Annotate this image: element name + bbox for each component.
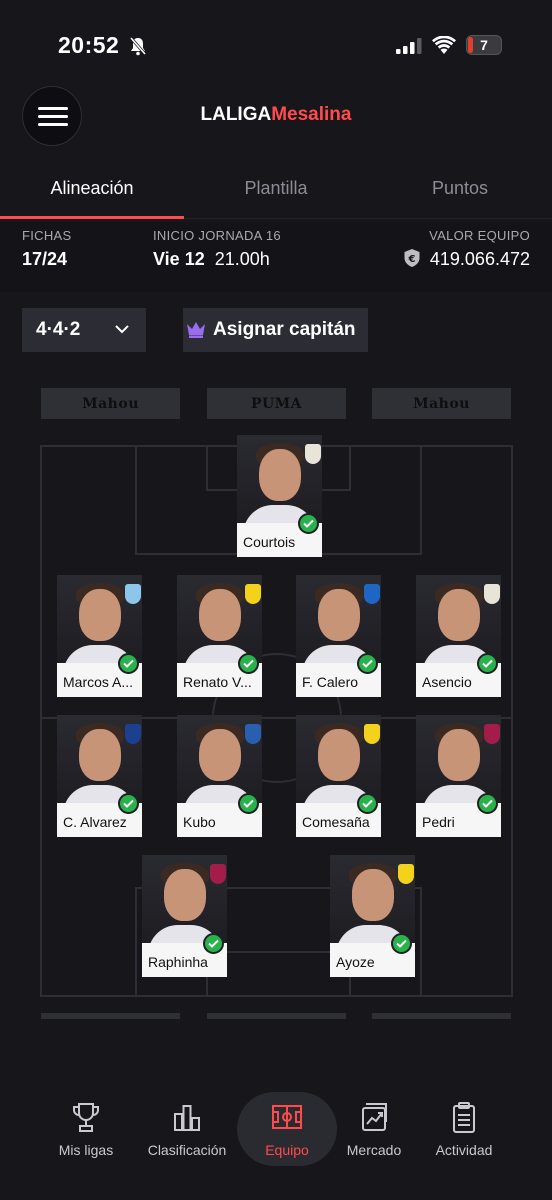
- club-crest-icon: [304, 437, 322, 471]
- club-crest-icon: [124, 577, 142, 611]
- formation-dropdown[interactable]: 4·4·2: [22, 308, 146, 352]
- crown-icon: [187, 322, 205, 338]
- status-time: 20:52: [58, 32, 120, 58]
- player-card[interactable]: F. Calero: [296, 575, 381, 697]
- valor-value: 419.066.472: [429, 249, 530, 269]
- player-card[interactable]: Pedri: [416, 715, 501, 837]
- check-icon: [298, 513, 319, 534]
- assign-captain-label: Asignar capitán: [213, 319, 356, 340]
- player-card[interactable]: Ayoze: [330, 855, 415, 977]
- check-icon: [118, 653, 139, 674]
- fichas-value: 17/24: [22, 249, 68, 269]
- bell-muted-icon: [129, 37, 147, 56]
- wifi-icon: [432, 36, 456, 54]
- nav-clasificacion[interactable]: Clasificación: [137, 1100, 237, 1158]
- status-bar: 20:52 7: [0, 0, 552, 90]
- clipboard-icon: [453, 1102, 475, 1133]
- check-icon: [238, 793, 259, 814]
- tab-plantilla[interactable]: Plantilla: [184, 178, 368, 199]
- player-photo: [57, 715, 142, 803]
- bottom-nav: Mis ligas Clasificación Equipo Mercado A…: [0, 1080, 552, 1200]
- nav-actividad[interactable]: Actividad: [414, 1100, 514, 1158]
- player-card[interactable]: C. Alvarez: [57, 715, 142, 837]
- market-icon: [362, 1103, 387, 1131]
- check-icon: [477, 653, 498, 674]
- sponsor-banner-mahou-right: Mahou: [372, 388, 511, 419]
- trophy-icon: [73, 1103, 99, 1132]
- cellular-signal-icon: [396, 38, 422, 54]
- check-icon: [357, 653, 378, 674]
- player-photo: [177, 715, 262, 803]
- player-photo: [296, 715, 381, 803]
- sponsor-banner-mahou-left: Mahou: [41, 388, 180, 419]
- sponsor-banner-bottom-center: [207, 1013, 346, 1019]
- player-photo: [57, 575, 142, 663]
- sponsor-banner-bottom-left: [41, 1013, 180, 1019]
- check-icon: [477, 793, 498, 814]
- tab-alineacion[interactable]: Alineación: [0, 178, 184, 199]
- jornada-label: INICIO JORNADA 16: [153, 228, 281, 243]
- valor-label: VALOR EQUIPO: [429, 228, 530, 243]
- app-brand: LALIGAMesalina: [200, 104, 352, 125]
- player-card[interactable]: Comesaña: [296, 715, 381, 837]
- club-crest-icon: [483, 577, 501, 611]
- player-card[interactable]: Renato V...: [177, 575, 262, 697]
- tab-bar: Alineación Plantilla Puntos: [0, 170, 552, 220]
- check-icon: [391, 933, 412, 954]
- pitch-icon: [272, 1105, 302, 1129]
- chevron-down-icon: [115, 325, 129, 334]
- check-icon: [118, 793, 139, 814]
- club-crest-icon: [244, 717, 262, 751]
- club-crest-icon: [209, 857, 227, 891]
- check-icon: [203, 933, 224, 954]
- player-photo: [296, 575, 381, 663]
- battery-indicator: 7: [466, 35, 502, 55]
- player-card[interactable]: Marcos A...: [57, 575, 142, 697]
- club-crest-icon: [124, 717, 142, 751]
- assign-captain-button[interactable]: Asignar capitán: [183, 308, 368, 352]
- nav-mis-ligas[interactable]: Mis ligas: [36, 1100, 136, 1158]
- active-tab-indicator: [0, 216, 184, 219]
- check-icon: [238, 653, 259, 674]
- fichas-label: FICHAS: [22, 228, 72, 243]
- player-photo: [416, 715, 501, 803]
- player-photo: [330, 855, 415, 943]
- club-crest-icon: [363, 577, 381, 611]
- club-crest-icon: [483, 717, 501, 751]
- check-icon: [357, 793, 378, 814]
- player-card[interactable]: Asencio: [416, 575, 501, 697]
- team-info-row: FICHAS 17/24 INICIO JORNADA 16 Vie 12 21…: [0, 222, 552, 292]
- player-card[interactable]: Raphinha: [142, 855, 227, 977]
- sponsor-banner-puma: PUMA: [207, 388, 346, 419]
- player-photo: [237, 435, 322, 523]
- player-photo: [177, 575, 262, 663]
- player-card[interactable]: Courtois: [237, 435, 322, 557]
- club-crest-icon: [397, 857, 415, 891]
- svg-text:€: €: [408, 254, 416, 265]
- battery-level: 7: [480, 37, 488, 53]
- sponsor-banner-bottom-right: [372, 1013, 511, 1019]
- nav-mercado[interactable]: Mercado: [324, 1100, 424, 1158]
- formation-value: 4·4·2: [36, 319, 81, 340]
- player-photo: [142, 855, 227, 943]
- club-crest-icon: [363, 717, 381, 751]
- coin-icon: €: [404, 249, 420, 267]
- bar-chart-icon: [174, 1105, 200, 1131]
- jornada-value: Vie 12 21.00h: [153, 249, 270, 269]
- tab-puntos[interactable]: Puntos: [368, 178, 552, 199]
- player-photo: [416, 575, 501, 663]
- club-crest-icon: [244, 577, 262, 611]
- player-card[interactable]: Kubo: [177, 715, 262, 837]
- nav-equipo[interactable]: Equipo: [237, 1100, 337, 1158]
